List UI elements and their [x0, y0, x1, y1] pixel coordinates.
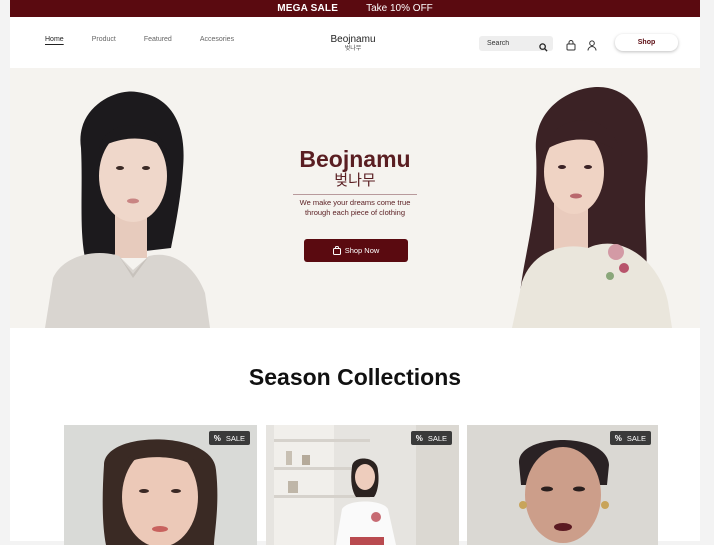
section-title: Season Collections	[248, 364, 462, 390]
collection-card-1[interactable]: % SALE	[64, 425, 257, 545]
collection-card-2[interactable]: % SALE	[266, 425, 459, 545]
search-input[interactable]	[487, 40, 539, 47]
nav-links: Home Product Featured Accesories	[45, 36, 262, 43]
hero-model-left-image	[45, 88, 210, 328]
season-collections: Season Collections % SALE % SALE % SALE	[10, 328, 700, 545]
search-icon[interactable]	[539, 39, 548, 57]
user-icon[interactable]	[587, 38, 597, 56]
search-box[interactable]	[479, 36, 553, 52]
nav-link-home[interactable]: Home	[45, 36, 64, 43]
promo-bar: MEGA SALE Take 10% OFF	[10, 0, 700, 17]
shop-button[interactable]: Shop	[615, 34, 678, 51]
nav-link-featured[interactable]: Featured	[144, 36, 172, 43]
hero-model-right-image	[492, 82, 672, 328]
sale-badge: % SALE	[410, 431, 452, 445]
brand-logo[interactable]: Beojnamu 벚나무	[328, 35, 378, 53]
shop-now-button[interactable]: Shop Now	[304, 239, 408, 262]
hero-divider	[293, 194, 417, 195]
hero-tagline-line2: through each piece of clothing	[304, 208, 406, 217]
sale-badge-label: SALE	[626, 433, 646, 443]
hero-text: Beojnamu 벚나무 We make your dreams come tr…	[288, 146, 422, 218]
hero-tagline-line1: We make your dreams come true	[299, 198, 411, 207]
sale-badge: % SALE	[609, 431, 651, 445]
nav-link-accessories[interactable]: Accesories	[200, 36, 234, 43]
sale-badge-label: SALE	[225, 433, 245, 443]
hero-subtitle: 벚나무	[334, 172, 376, 189]
nav-link-product[interactable]: Product	[92, 36, 116, 43]
bag-icon[interactable]	[566, 38, 576, 56]
hero-banner: Beojnamu 벚나무 We make your dreams come tr…	[10, 68, 700, 328]
percent-icon: %	[213, 433, 221, 443]
percent-icon: %	[614, 433, 622, 443]
brand-korean: 벚나무	[344, 46, 362, 52]
hero-title: Beojnamu	[299, 146, 411, 172]
promo-offer-label: Take 10% OFF	[366, 3, 433, 14]
shopping-bag-icon	[332, 246, 341, 255]
navbar: Home Product Featured Accesories Beojnam…	[10, 17, 700, 68]
sale-badge: % SALE	[208, 431, 250, 445]
shop-now-label: Shop Now	[344, 246, 380, 255]
promo-sale-label: MEGA SALE	[277, 3, 339, 14]
brand-name: Beojnamu	[330, 34, 376, 45]
percent-icon: %	[415, 433, 423, 443]
collection-card-3[interactable]: % SALE	[467, 425, 658, 545]
sale-badge-label: SALE	[427, 433, 447, 443]
